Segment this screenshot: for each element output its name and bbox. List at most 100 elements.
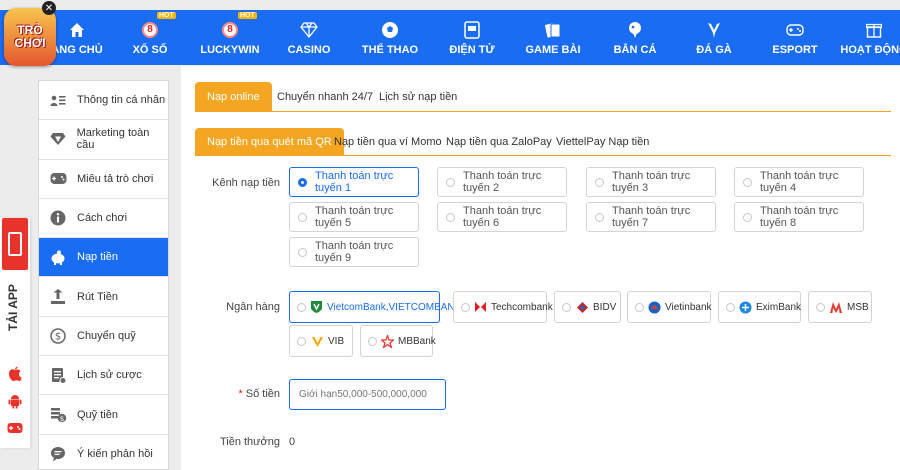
nav-label: ESPORT	[772, 43, 818, 56]
radio-button	[635, 302, 644, 312]
channel-option-label: Thanh toán trực tuyến 2	[463, 170, 542, 194]
bank-option-mbbank[interactable]: MBBank	[360, 325, 436, 357]
channel-option-5[interactable]: Thanh toán trực tuyến 5	[289, 202, 419, 232]
channel-option-4[interactable]: Thanh toán trực tuyến 4	[734, 167, 864, 197]
channel-option-1[interactable]: Thanh toán trực tuyến 1	[289, 167, 419, 197]
sidebar-item-label: Marketing toàn cầu	[76, 127, 150, 152]
channel-option-6[interactable]: Thanh toán trực tuyến 6	[437, 202, 567, 232]
vietcombank-logo-icon	[310, 300, 323, 314]
sidebar-item-withdraw[interactable]: Rút Tiền	[39, 277, 168, 317]
radio-button	[595, 212, 604, 222]
history-doc-icon	[49, 366, 67, 384]
withdraw-icon	[49, 288, 67, 306]
sidebar-item-bet-history[interactable]: Lịch sử cược	[39, 356, 168, 396]
nav-events[interactable]: HOẠT ĐỘNG	[840, 10, 900, 65]
gamepad-icon	[786, 20, 804, 40]
nav-cockfight[interactable]: ĐÁ GÀ	[694, 10, 734, 65]
svg-text:$: $	[59, 414, 63, 422]
radio-button	[743, 177, 752, 187]
lottery-ball-icon: 8	[222, 20, 238, 40]
bank-option-bidv[interactable]: BIDV	[554, 291, 621, 323]
radio-button	[816, 302, 825, 312]
channel-option-label: Thanh toán trực tuyến 6	[463, 205, 542, 229]
sidebar-item-label: Chuyển quỹ	[77, 329, 136, 342]
bank-option-label: VietcomBank,VIETCOMBANK	[327, 301, 462, 313]
qr-code-icon[interactable]	[2, 218, 28, 270]
android-icon[interactable]	[7, 393, 23, 409]
channel-option-2[interactable]: Thanh toán trực tuyến 2	[437, 167, 567, 197]
channel-option-3[interactable]: Thanh toán trực tuyến 3	[586, 167, 716, 197]
sidebar-item-game-description[interactable]: Miêu tả trò chơi	[39, 160, 168, 199]
bank-label: Ngân hàng	[226, 301, 280, 313]
nav-casino[interactable]: CASINO	[284, 10, 334, 65]
sidebar-item-how-to-play[interactable]: Cách chơi	[39, 199, 168, 239]
rooster-icon	[706, 20, 722, 40]
channel-option-label: Thanh toán trực tuyến 9	[315, 240, 394, 264]
svg-text:$: $	[55, 331, 61, 342]
diamond-icon	[300, 20, 318, 40]
sidebar-item-feedback[interactable]: Ý kiến phản hồi	[39, 435, 168, 470]
required-mark: *	[238, 388, 243, 400]
game-controller-icon[interactable]	[7, 422, 23, 438]
tab-deposit-history[interactable]: Lịch sử nạp tiền	[367, 82, 469, 112]
tab-online-deposit[interactable]: Nạp online	[195, 82, 272, 112]
tab-viettelpay-deposit[interactable]: ViettelPay Nạp tiền	[544, 128, 661, 156]
vietinbank-logo-icon	[648, 300, 661, 314]
cards-icon	[544, 20, 562, 40]
nav-label: THỂ THAO	[361, 43, 419, 56]
nav-esport[interactable]: ESPORT	[772, 10, 818, 65]
channel-option-7[interactable]: Thanh toán trực tuyến 7	[586, 202, 716, 232]
bank-option-msb[interactable]: MSB	[808, 291, 872, 323]
dollar-circle-icon: $	[49, 327, 67, 345]
radio-button	[562, 302, 571, 312]
bank-option-label: Techcombank	[491, 301, 553, 313]
channel-option-8[interactable]: Thanh toán trực tuyến 8	[734, 202, 864, 232]
bidv-logo-icon	[575, 300, 589, 314]
nav-label: GAME BÀI	[525, 43, 581, 56]
deposit-type-tabs: Nạp online Chuyển nhanh 24/7 Lịch sử nạp…	[195, 82, 891, 112]
radio-button	[298, 212, 307, 222]
eximbank-logo-icon	[739, 300, 752, 314]
bank-option-techcombank[interactable]: Techcombank	[453, 291, 553, 323]
sidebar-item-deposit[interactable]: Nạp tiền	[39, 238, 168, 278]
nav-luckywin[interactable]: HOT 8 LUCKYWIN	[200, 10, 260, 65]
sidebar-item-marketing[interactable]: Marketing toàn cầu	[39, 120, 168, 160]
download-app-label[interactable]: TẢI APP	[6, 278, 24, 338]
home-icon	[68, 20, 86, 40]
amount-input[interactable]	[289, 379, 446, 410]
hot-badge: HOT	[157, 12, 176, 19]
radio-button	[446, 212, 455, 222]
techcombank-logo-icon	[474, 300, 487, 314]
apple-icon[interactable]	[7, 366, 23, 382]
bank-option-vietinbank[interactable]: Vietinbank	[627, 291, 712, 323]
bank-option-vib[interactable]: VIB	[289, 325, 353, 357]
site-logo[interactable]: TRÒ CHƠI	[4, 8, 56, 66]
nav-lottery[interactable]: HOT 8 XỔ SỐ	[125, 10, 176, 65]
fish-icon	[627, 20, 643, 40]
money-stack-icon: $	[49, 406, 67, 424]
channel-option-9[interactable]: Thanh toán trực tuyến 9	[289, 237, 419, 267]
bank-option-vietcombank[interactable]: VietcomBank,VIETCOMBANK	[289, 291, 461, 323]
close-icon[interactable]: ✕	[42, 1, 56, 15]
bank-option-eximbank[interactable]: EximBank	[718, 291, 801, 323]
sidebar-item-label: Thông tin cá nhân	[77, 94, 166, 107]
sidebar-item-funds[interactable]: $ Quỹ tiền	[39, 395, 168, 435]
soccer-ball-icon	[381, 20, 399, 40]
nav-fishing[interactable]: BẮN CÁ	[612, 10, 658, 65]
deposit-method-tabs: Nạp tiền qua quét mã QR Nạp tiền qua ví …	[195, 128, 891, 156]
nav-slots[interactable]: ĐIỆN TỬ	[446, 10, 498, 65]
logo-text-line2: CHƠI	[14, 36, 46, 50]
deposit-panel: Nạp online Chuyển nhanh 24/7 Lịch sử nạp…	[181, 66, 900, 470]
vib-logo-icon	[310, 334, 324, 348]
radio-button	[595, 177, 604, 187]
nav-label: LUCKYWIN	[200, 43, 260, 56]
nav-sports[interactable]: THỂ THAO	[362, 10, 418, 65]
nav-card-games[interactable]: GAME BÀI	[525, 10, 581, 65]
sidebar-item-label: Rút Tiền	[77, 290, 118, 303]
nav-label: CASINO	[287, 43, 331, 56]
radio-button	[446, 177, 455, 187]
sidebar-item-profile[interactable]: Thông tin cá nhân	[39, 81, 168, 121]
nav-home[interactable]: ANG CHỦ	[51, 10, 103, 65]
sidebar-item-transfer[interactable]: $ Chuyển quỹ	[39, 317, 168, 357]
top-nav: ANG CHỦ HOT 8 XỔ SỐ HOT 8 LUCKYWIN CASIN…	[0, 10, 900, 65]
